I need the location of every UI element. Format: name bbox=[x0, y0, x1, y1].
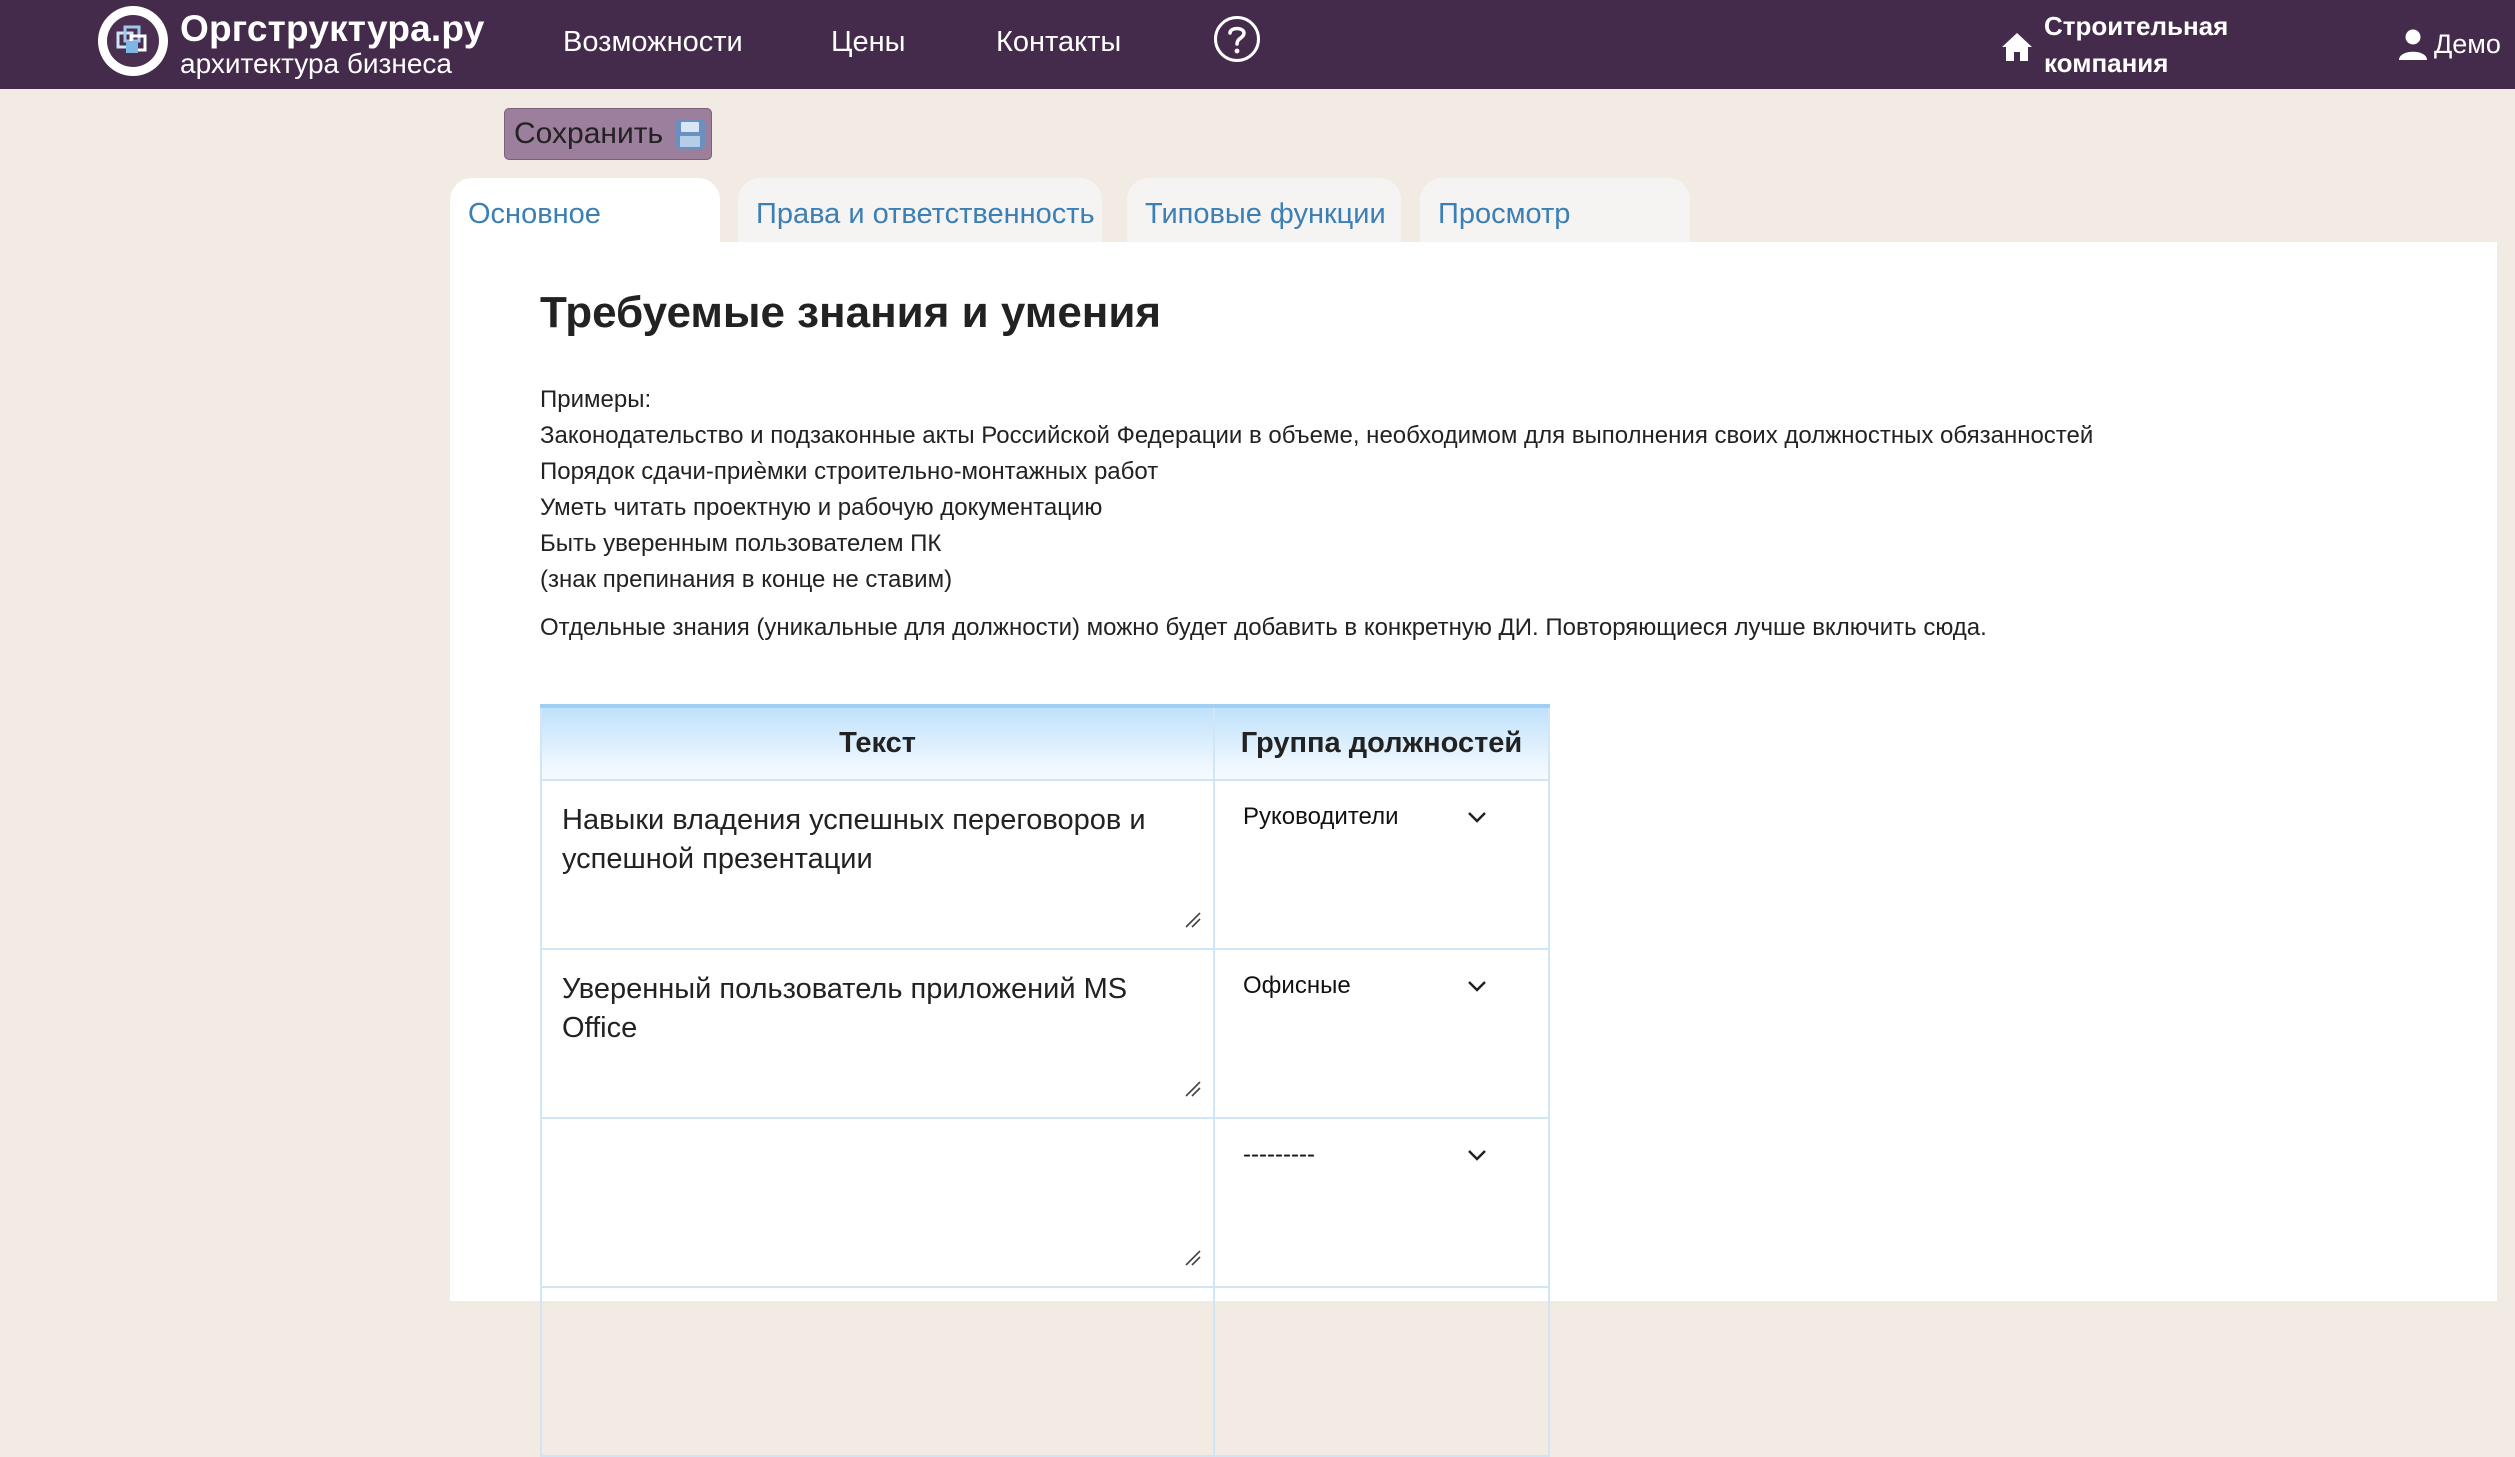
brand-tagline: архитектура бизнеса bbox=[180, 48, 452, 79]
column-header-group: Группа должностей bbox=[1213, 704, 1550, 781]
save-button-label: Сохранить bbox=[514, 117, 664, 150]
table-row: Уверенный пользователь приложений MS Off… bbox=[540, 948, 1550, 1119]
page-title: Требуемые знания и умения bbox=[540, 288, 1162, 337]
save-button[interactable]: Сохранить bbox=[504, 108, 712, 160]
group-select-value: Офисные bbox=[1243, 972, 1351, 999]
group-select[interactable]: --------- bbox=[1243, 1141, 1487, 1169]
question-circle-icon[interactable] bbox=[1213, 15, 1261, 63]
group-cell: Офисные bbox=[1213, 948, 1550, 1119]
resize-handle-icon[interactable] bbox=[1183, 1248, 1201, 1266]
brand-name[interactable]: Оргструктура.ру bbox=[180, 8, 485, 50]
nav-link-features[interactable]: Возможности bbox=[563, 26, 743, 59]
company-name: Строительная компания bbox=[2044, 11, 2229, 78]
group-cell bbox=[1213, 1286, 1550, 1457]
save-icon bbox=[675, 119, 706, 149]
logo[interactable] bbox=[98, 6, 168, 76]
group-select[interactable]: Офисные bbox=[1243, 972, 1487, 1000]
text-cell[interactable] bbox=[540, 1117, 1215, 1288]
home-icon bbox=[2002, 33, 2032, 61]
text-cell[interactable]: Навыки владения успешных переговоров и у… bbox=[540, 779, 1215, 950]
group-select-value: Руководители bbox=[1243, 803, 1399, 830]
nav-link-contacts[interactable]: Контакты bbox=[996, 26, 1121, 59]
examples-heading: Примеры: bbox=[540, 386, 652, 413]
knowledge-textarea[interactable]: Уверенный пользователь приложений MS Off… bbox=[542, 950, 1213, 1095]
company-selector[interactable]: Строительная компания bbox=[2000, 8, 2244, 82]
tab-main[interactable]: Основное bbox=[450, 178, 720, 242]
group-cell: Руководители bbox=[1213, 779, 1550, 950]
text-cell[interactable] bbox=[540, 1286, 1215, 1457]
group-select[interactable]: Руководители bbox=[1243, 803, 1487, 831]
example-line: Уметь читать проектную и рабочую докумен… bbox=[540, 494, 1103, 521]
knowledge-textarea[interactable] bbox=[542, 1119, 1213, 1264]
tab-preview[interactable]: Просмотр bbox=[1420, 178, 1690, 242]
chevron-down-icon bbox=[1468, 812, 1486, 823]
user-icon bbox=[2399, 29, 2427, 60]
table-row: --------- bbox=[540, 1117, 1550, 1288]
example-line: Законодательство и подзаконные акты Росс… bbox=[540, 422, 2094, 449]
chevron-down-icon bbox=[1468, 1150, 1486, 1161]
table-row bbox=[540, 1286, 1550, 1457]
nav-link-prices[interactable]: Цены bbox=[831, 26, 905, 59]
hint-note: Отдельные знания (уникальные для должнос… bbox=[540, 614, 1987, 641]
tab-typical-functions[interactable]: Типовые функции bbox=[1127, 178, 1401, 242]
examples-block: Примеры: Законодательство и подзаконные … bbox=[540, 382, 2093, 598]
org-chart-logo-icon bbox=[107, 15, 159, 67]
example-line: (знак препинания в конце не ставим) bbox=[540, 566, 953, 593]
table-row: Навыки владения успешных переговоров и у… bbox=[540, 779, 1550, 950]
column-header-text: Текст bbox=[540, 704, 1215, 781]
table-header-row: Текст Группа должностей bbox=[540, 704, 1550, 781]
example-line: Быть уверенным пользователем ПК bbox=[540, 530, 942, 557]
tab-rights[interactable]: Права и ответственность bbox=[738, 178, 1102, 242]
knowledge-table: Текст Группа должностей Навыки владения … bbox=[540, 704, 1550, 1457]
resize-handle-icon[interactable] bbox=[1183, 1079, 1201, 1097]
chevron-down-icon bbox=[1468, 981, 1486, 992]
example-line: Порядок сдачи-приѐмки строительно-монтаж… bbox=[540, 458, 1159, 485]
top-navbar: Оргструктура.ру архитектура бизнеса Возм… bbox=[0, 0, 2515, 89]
knowledge-textarea[interactable]: Навыки владения успешных переговоров и у… bbox=[542, 781, 1213, 926]
text-cell[interactable]: Уверенный пользователь приложений MS Off… bbox=[540, 948, 1215, 1119]
user-menu[interactable]: Демо bbox=[2398, 28, 2501, 60]
user-name: Демо bbox=[2434, 28, 2501, 59]
resize-handle-icon[interactable] bbox=[1183, 910, 1201, 928]
group-cell: --------- bbox=[1213, 1117, 1550, 1288]
group-select-value: --------- bbox=[1243, 1141, 1315, 1168]
